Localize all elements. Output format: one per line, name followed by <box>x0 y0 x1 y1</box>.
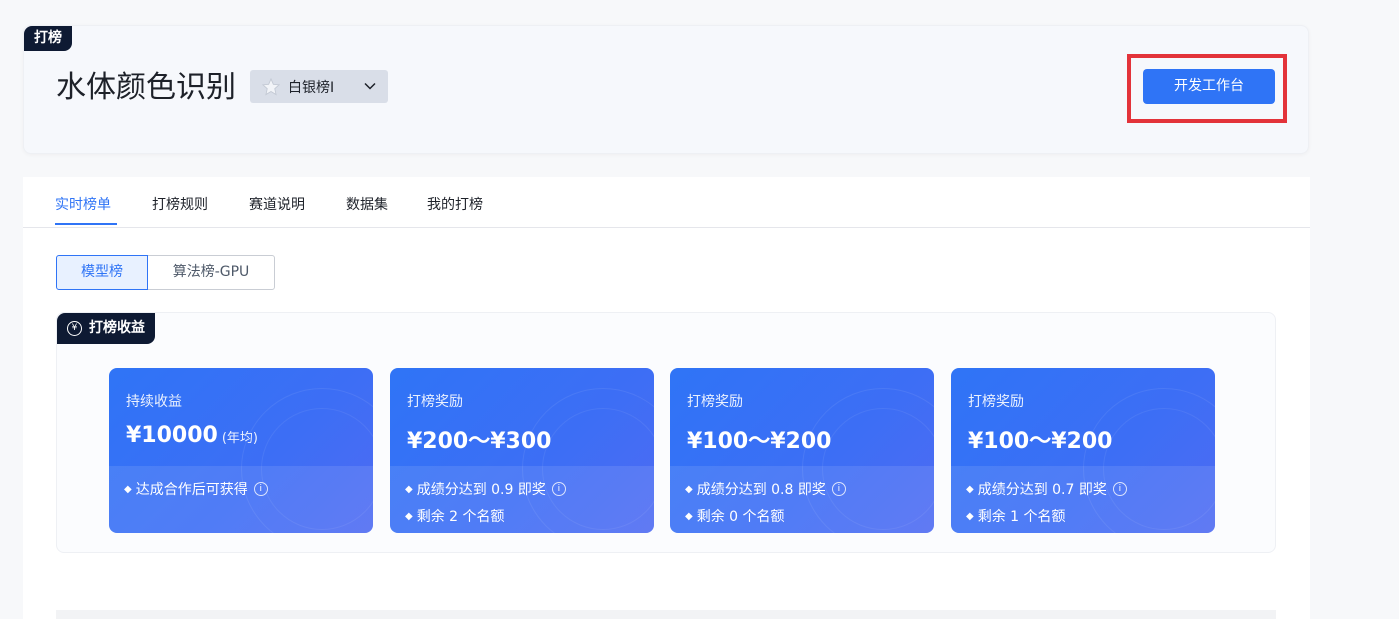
card-detail-area: ◆ 成绩分达到 0.9 即奖 i ◆ 剩余 2 个名额 <box>390 466 654 533</box>
card-detail-line: ◆ 剩余 0 个名额 <box>685 509 785 525</box>
diamond-bullet-icon: ◆ <box>685 483 693 495</box>
card-detail-line: ◆ 剩余 1 个名额 <box>966 509 1066 525</box>
segment-algorithm-gpu-board[interactable]: 算法榜-GPU <box>147 255 275 290</box>
card-label: 持续收益 <box>126 394 182 410</box>
chevron-down-icon <box>364 82 376 90</box>
card-amount: ¥100～¥200 <box>968 429 1113 454</box>
dev-workbench-button[interactable]: 开发工作台 <box>1143 69 1275 104</box>
diamond-bullet-icon: ◆ <box>966 510 974 522</box>
card-detail-area: ◆ 成绩分达到 0.7 即奖 i ◆ 剩余 1 个名额 <box>951 466 1215 533</box>
card-detail-line: ◆ 剩余 2 个名额 <box>405 509 505 525</box>
diamond-bullet-icon: ◆ <box>685 510 693 522</box>
tab-rules[interactable]: 打榜规则 <box>152 194 208 214</box>
tab-realtime-leaderboard[interactable]: 实时榜单 <box>55 194 111 214</box>
tab-my-submissions[interactable]: 我的打榜 <box>427 194 483 214</box>
card-amount: ¥100～¥200 <box>687 429 832 454</box>
card-detail-line: ◆ 成绩分达到 0.8 即奖 i <box>685 479 846 499</box>
card-label: 打榜奖励 <box>687 394 743 410</box>
revenue-card-reward-1: 打榜奖励 ¥200～¥300 ◆ 成绩分达到 0.9 即奖 i ◆ 剩余 2 个名额 <box>390 368 654 533</box>
card-detail-line: ◆ 成绩分达到 0.9 即奖 i <box>405 479 566 499</box>
main-content-card: 实时榜单 打榜规则 赛道说明 数据集 我的打榜 模型榜 算法榜-GPU ¥ 打榜… <box>23 177 1310 619</box>
diamond-bullet-icon: ◆ <box>124 483 132 495</box>
next-section-edge <box>56 610 1276 619</box>
star-icon <box>262 77 280 95</box>
diamond-bullet-icon: ◆ <box>405 483 413 495</box>
diamond-bullet-icon: ◆ <box>405 510 413 522</box>
revenue-panel: ¥ 打榜收益 持续收益 ¥10000 (年均) ◆ 达成合作后可获得 i 打榜奖励 ¥… <box>56 312 1276 553</box>
tab-track-description[interactable]: 赛道说明 <box>249 194 305 214</box>
info-icon[interactable]: i <box>253 482 268 496</box>
leaderboard-header-card: 打榜 水体颜色识别 白银榜Ⅰ <box>23 25 1309 154</box>
info-icon[interactable]: i <box>1112 482 1127 496</box>
segment-model-board[interactable]: 模型榜 <box>56 255 148 290</box>
info-icon[interactable]: i <box>831 482 846 496</box>
yen-circle-icon: ¥ <box>67 321 82 336</box>
revenue-card-continuous: 持续收益 ¥10000 (年均) ◆ 达成合作后可获得 i <box>109 368 373 533</box>
card-detail-area: ◆ 成绩分达到 0.8 即奖 i ◆ 剩余 0 个名额 <box>670 466 934 533</box>
card-label: 打榜奖励 <box>407 394 463 410</box>
active-tab-indicator <box>55 223 117 225</box>
card-amount: ¥10000 (年均) <box>126 423 259 448</box>
diamond-bullet-icon: ◆ <box>966 483 974 495</box>
tier-label: 白银榜Ⅰ <box>288 79 335 96</box>
card-label: 打榜奖励 <box>968 394 1024 410</box>
revenue-card-reward-2: 打榜奖励 ¥100～¥200 ◆ 成绩分达到 0.8 即奖 i ◆ 剩余 0 个名额 <box>670 368 934 533</box>
tier-dropdown[interactable]: 白银榜Ⅰ <box>250 70 388 103</box>
page-title: 水体颜色识别 <box>56 70 236 105</box>
card-detail-line: ◆ 成绩分达到 0.7 即奖 i <box>966 479 1127 499</box>
corner-tag: 打榜 <box>24 26 72 51</box>
card-detail-area: ◆ 达成合作后可获得 i <box>109 466 373 533</box>
tab-dataset[interactable]: 数据集 <box>346 194 388 214</box>
revenue-tag: ¥ 打榜收益 <box>57 313 155 344</box>
revenue-tag-label: 打榜收益 <box>89 320 145 336</box>
card-amount: ¥200～¥300 <box>407 429 552 454</box>
revenue-card-reward-3: 打榜奖励 ¥100～¥200 ◆ 成绩分达到 0.7 即奖 i ◆ 剩余 1 个名额 <box>951 368 1215 533</box>
tab-bar: 实时榜单 打榜规则 赛道说明 数据集 我的打榜 <box>23 177 1310 228</box>
card-amount-unit: (年均) <box>221 431 259 446</box>
card-detail-line: ◆ 达成合作后可获得 i <box>124 479 268 499</box>
info-icon[interactable]: i <box>551 482 566 496</box>
